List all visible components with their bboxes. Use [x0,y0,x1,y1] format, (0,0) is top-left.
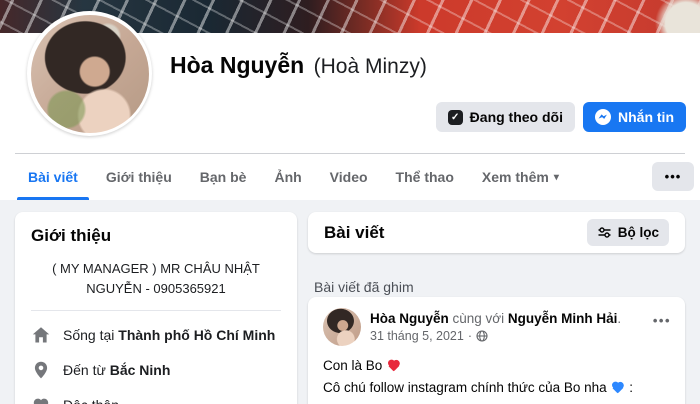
intro-divider [31,310,281,311]
intro-item-prefix: Sống tại [63,327,115,343]
posts-title: Bài viết [324,222,385,242]
profile-actions: ✓ Đang theo dõi Nhắn tin [435,102,686,132]
tab-anh[interactable]: Ảnh [260,154,315,200]
post-author-line: Hòa Nguyễn cùng với Nguyễn Minh Hải. [370,308,621,328]
post-tagged-suffix: . [617,311,622,326]
post-header: Hòa Nguyễn cùng với Nguyễn Minh Hải. 31 … [323,308,670,346]
tab-video[interactable]: Video [316,154,382,200]
posts-header-card: Bài viết Bộ lọc [308,212,685,253]
intro-item-link[interactable]: Bắc Ninh [110,362,171,378]
post-text: Cô chú follow instagram chính thức của B… [323,380,607,396]
post-date-row: 31 tháng 5, 2021 · [370,329,621,343]
message-button-label: Nhắn tin [618,109,674,125]
tab-gioi-thieu[interactable]: Giới thiệu [92,154,186,200]
post-text-suffix: : [629,380,633,396]
following-button[interactable]: ✓ Đang theo dõi [435,102,575,132]
intro-item-text: Sống tại Thành phố Hồ Chí Minh [63,327,275,343]
post-tagged-name[interactable]: Nguyễn Minh Hải [508,311,618,326]
following-check-icon: ✓ [447,109,463,125]
post-header-text: Hòa Nguyễn cùng với Nguyễn Minh Hải. 31 … [370,308,621,346]
tab-xem-them[interactable]: Xem thêm ▾ [468,154,573,200]
profile-tabs: Bài viết Giới thiệu Bạn bè Ảnh Video Thể… [14,154,573,200]
tab-label: Bài viết [28,169,78,185]
intro-item-from: Đến từ Bắc Ninh [31,360,281,380]
profile-header: Hòa Nguyễn (Hoà Minzy) ✓ Đang theo dõi N… [0,0,700,200]
heart-icon [31,395,51,404]
post-connector: cùng với [448,311,508,326]
pinned-posts-label: Bài viết đã ghim [314,279,414,295]
intro-item-relationship: Độc thân [31,395,281,404]
tab-label: Xem thêm [481,169,549,185]
tab-ban-be[interactable]: Bạn bè [186,154,261,200]
tab-bai-viet[interactable]: Bài viết [14,154,92,200]
profile-nickname: (Hoà Minzy) [313,55,427,78]
intro-item-text: Đến từ Bắc Ninh [63,362,170,378]
intro-item-link[interactable]: Thành phố Hồ Chí Minh [118,327,275,343]
following-button-label: Đang theo dõi [469,109,563,125]
pinned-post-card: Hòa Nguyễn cùng với Nguyễn Minh Hải. 31 … [308,297,685,404]
profile-name-text: Hòa Nguyễn [170,52,305,78]
tab-the-thao[interactable]: Thể thao [382,154,468,200]
profile-picture[interactable] [27,11,152,136]
intro-card: Giới thiệu ( MY MANAGER ) MR CHÂU NHẬT N… [15,212,297,404]
date-separator: · [467,329,473,344]
location-pin-icon [31,360,51,380]
filter-sliders-icon [597,225,612,240]
intro-bio: ( MY MANAGER ) MR CHÂU NHẬT NGUYỄN - 090… [52,261,260,296]
post-more-button[interactable]: ••• [653,313,671,328]
filter-button[interactable]: Bộ lọc [586,219,669,246]
profile-name: Hòa Nguyễn (Hoà Minzy) [170,52,427,79]
post-text-line1: Con là Bo [323,355,670,377]
profile-picture-image [30,14,149,133]
globe-icon [476,330,488,342]
tab-label: Thể thao [395,169,454,185]
tabs-more-button[interactable]: ••• [652,162,694,191]
post-link[interactable]: https://instagram.com/conlabo_vicente?ut… [323,400,670,404]
post-text: Con là Bo [323,358,383,373]
blue-heart-emoji [611,382,624,393]
intro-item-prefix: Độc thân [63,397,119,404]
post-author-name[interactable]: Hòa Nguyễn [370,311,449,326]
tab-label: Ảnh [274,169,302,185]
post-author-avatar[interactable] [323,308,361,346]
tab-label: Video [329,169,368,185]
tab-label: Bạn bè [199,169,247,185]
filter-button-label: Bộ lọc [617,225,659,240]
post-body: Con là Bo Cô chú follow instagram chính … [323,355,670,404]
tab-label: Giới thiệu [105,169,172,185]
red-heart-emoji [387,360,400,371]
intro-item-prefix: Đến từ [63,362,106,378]
home-icon [31,325,51,345]
intro-item-lives-in: Sống tại Thành phố Hồ Chí Minh [31,325,281,345]
chevron-down-icon: ▾ [553,171,559,183]
intro-item-text: Độc thân [63,397,119,404]
post-date[interactable]: 31 tháng 5, 2021 [370,329,464,343]
message-button[interactable]: Nhắn tin [583,102,686,132]
messenger-icon [595,109,611,125]
post-text-line2: Cô chú follow instagram chính thức của B… [323,377,670,399]
intro-title: Giới thiệu [31,226,112,245]
